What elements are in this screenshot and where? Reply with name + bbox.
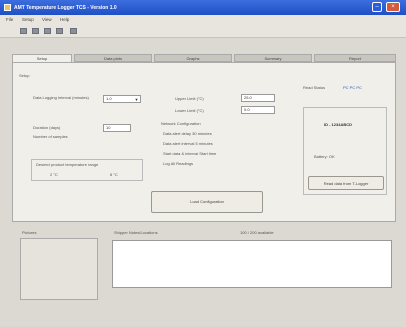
lower-limit-input[interactable]: 0.0 xyxy=(241,106,275,114)
chevron-down-icon: ▼ xyxy=(134,97,139,102)
upper-limit-label: Upper Limit (°C) xyxy=(175,96,204,101)
title-bar: AMT Temperature Logger TCS - Version 1.0… xyxy=(0,0,406,15)
notes-counter: 100 / 200 available xyxy=(240,230,274,235)
logger-id: ID - 1234ABCD xyxy=(324,122,353,127)
menu-view[interactable]: View xyxy=(42,17,52,22)
pictures-label: Pictures xyxy=(22,230,37,235)
battery-status: Battery: OK xyxy=(314,154,335,159)
setup-panel: Setup Data Logging Interval (minutes) 1.… xyxy=(12,62,396,222)
duration-label: Duration (days) xyxy=(33,125,61,130)
menu-setup[interactable]: Setup xyxy=(22,17,34,22)
range-group: Desired product temperature range 2 °C 8… xyxy=(31,159,143,181)
setup-group-label: Setup xyxy=(19,73,30,78)
config-line: Start data & interval Start time xyxy=(163,151,217,156)
config-line: Data alert interval 5 minutes xyxy=(163,141,213,146)
save-icon[interactable] xyxy=(44,28,51,34)
upper-limit-input[interactable]: 25.0 xyxy=(241,94,275,102)
tab-data-plots[interactable]: Data plots xyxy=(74,54,152,62)
tab-report[interactable]: Report xyxy=(314,54,396,62)
tab-setup[interactable]: Setup xyxy=(12,54,72,62)
tab-summary[interactable]: Summary xyxy=(234,54,312,62)
menu-bar: File Setup View Help xyxy=(0,15,406,25)
menu-file[interactable]: File xyxy=(6,17,13,22)
range-low: 2 °C xyxy=(50,172,58,177)
tab-strip: Setup Data plots Graphs Summary Report xyxy=(12,54,396,62)
notes-label: Shipper Notes/Locations xyxy=(114,230,158,235)
new-icon[interactable] xyxy=(20,28,27,34)
menu-help[interactable]: Help xyxy=(60,17,69,22)
print-icon[interactable] xyxy=(56,28,63,34)
read-status-value: PC PC PC xyxy=(343,85,362,90)
minimize-button[interactable]: – xyxy=(372,2,382,12)
notes-textarea[interactable] xyxy=(112,240,392,288)
logging-interval-label: Data Logging Interval (minutes) xyxy=(33,95,89,100)
range-label: Desired product temperature range xyxy=(36,162,99,167)
config-line: Log All Readings xyxy=(163,161,194,166)
read-data-button[interactable]: Read data from T-Logger xyxy=(308,176,384,190)
duration-input[interactable]: 10 xyxy=(103,124,131,132)
toolbar xyxy=(0,25,406,38)
app-icon xyxy=(4,4,11,11)
close-button[interactable]: × xyxy=(386,2,400,12)
logging-interval-select[interactable]: 1.0 ▼ xyxy=(103,95,141,103)
help-icon[interactable] xyxy=(70,28,77,34)
tab-graphs[interactable]: Graphs xyxy=(154,54,232,62)
load-configuration-button[interactable]: Load Configuration xyxy=(151,191,263,213)
config-line: Data alert delay 30 minutes xyxy=(163,131,212,136)
pictures-panel[interactable] xyxy=(20,238,98,300)
logger-status-box: ID - 1234ABCD Battery: OK Read data from… xyxy=(303,107,387,195)
config-header: Network Configuration xyxy=(161,121,201,126)
range-high: 8 °C xyxy=(110,172,118,177)
samples-label: Number of samples xyxy=(33,134,68,139)
window-title: AMT Temperature Logger TCS - Version 1.0 xyxy=(14,5,117,11)
read-status-label: Read Status xyxy=(303,85,326,90)
lower-limit-label: Lower Limit (°C) xyxy=(175,108,204,113)
open-icon[interactable] xyxy=(32,28,39,34)
